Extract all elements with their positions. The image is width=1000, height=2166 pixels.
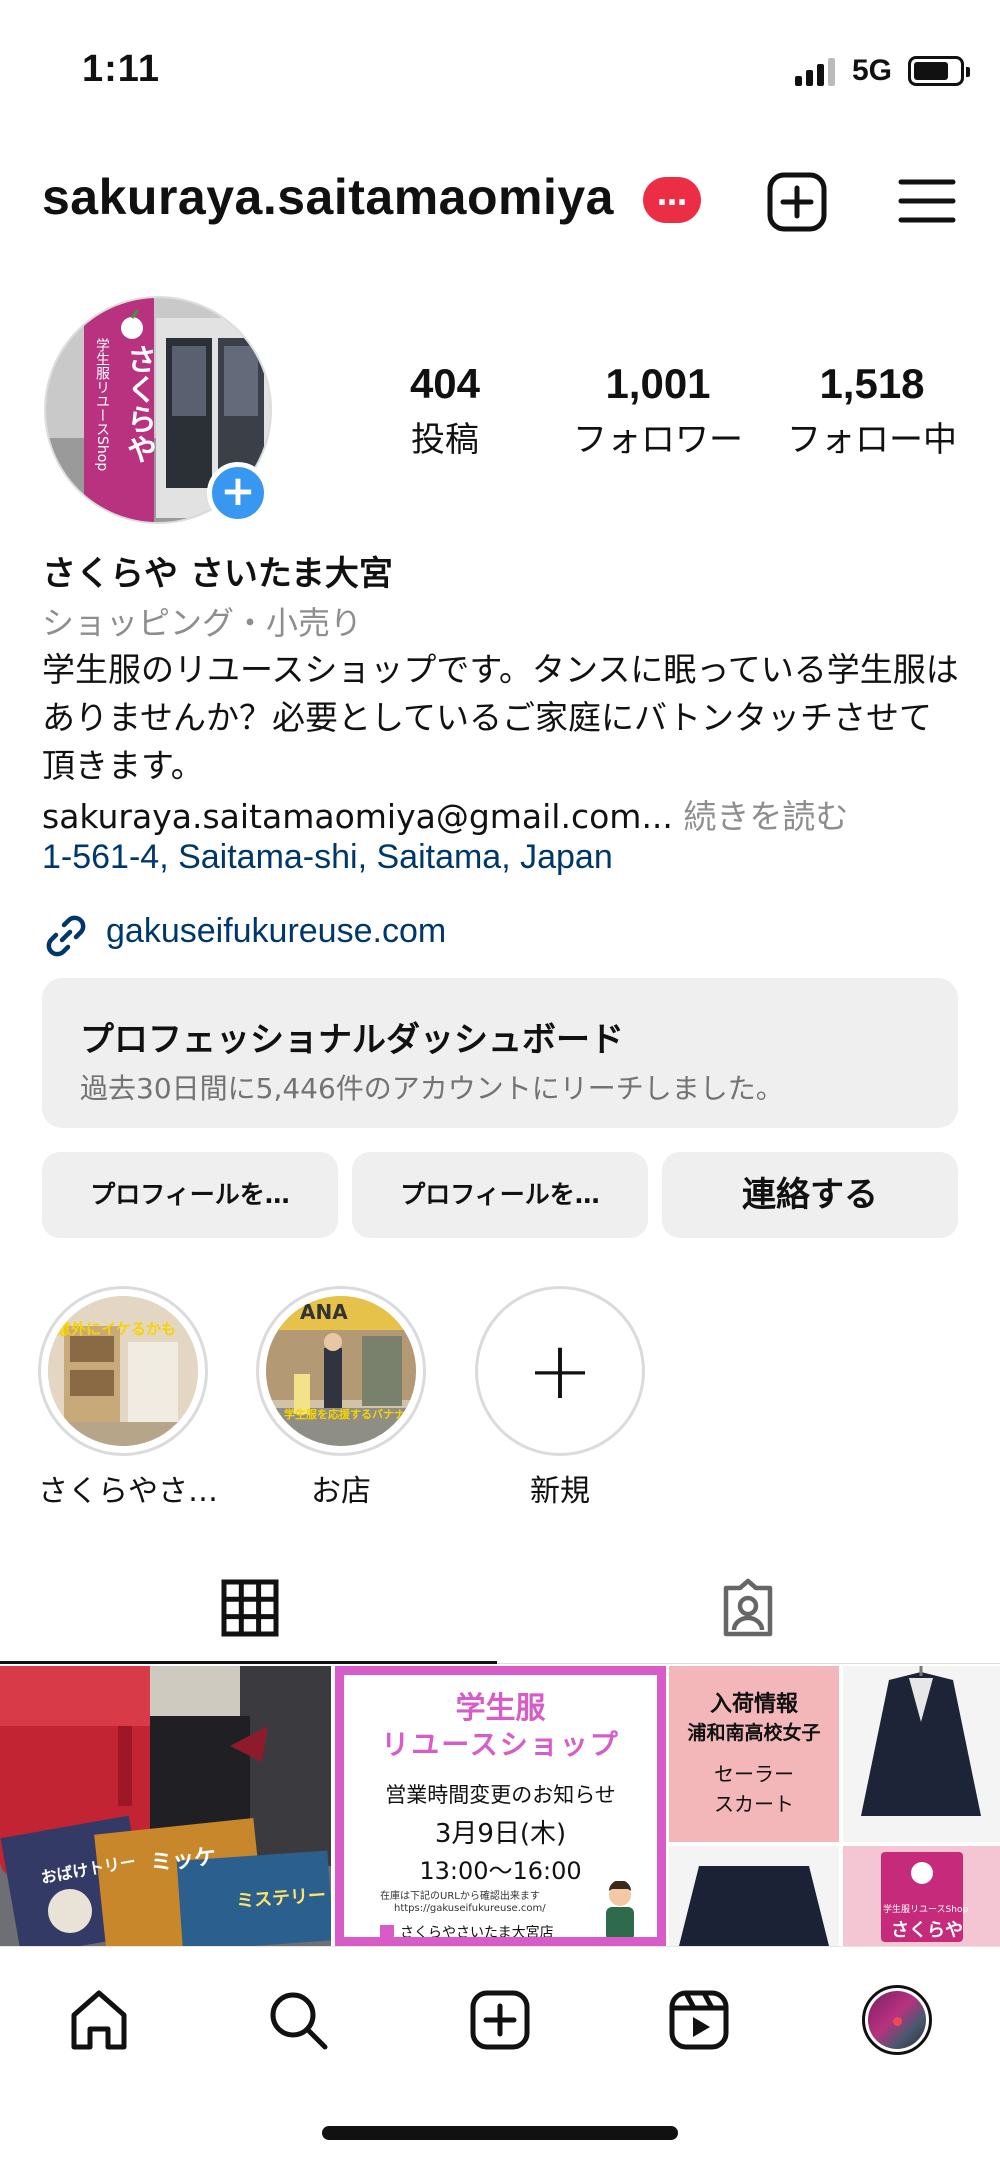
post-headline: セーラー [714,1762,794,1786]
create-icon[interactable] [467,1987,533,2053]
stat-label: フォロワー [573,420,743,460]
status-bar: 1:11 5G [0,0,1000,120]
posts-count[interactable]: 404 投稿 [345,360,545,461]
staff-illustration [606,1881,634,1937]
bio-text: 学生服のリユースショップです。タンスに眠っている学生服はありませんか？必要として… [42,650,959,785]
battery-icon [908,56,970,86]
post-title: 学生服 [455,1691,546,1726]
menu-icon[interactable] [895,170,959,234]
link-icon [46,915,86,957]
skirt-photo [669,1846,839,1946]
dashboard-title: プロフェッショナルダッシュボード [80,1020,624,1060]
post-thumbnail[interactable]: 入荷情報 浦和南高校女子 セーラー スカート 学生服リユースShop さくらや [669,1666,1000,1946]
post-notice: 営業時間変更のお知らせ [385,1783,616,1807]
highlight-label: お店 [311,1474,371,1509]
highlight-label: 新規 [530,1474,590,1509]
read-more-link[interactable]: 続きを読む [683,797,848,836]
post-logo: さくらや [891,1920,963,1941]
dashboard-subtitle: 過去30日間に5,446件のアカウントにリーチしました。 [80,1072,784,1105]
signal-icon [795,58,839,86]
avatar-sign-sub: 学生服リユースShop [94,338,110,472]
post-headline: 浦和南高校女子 [687,1722,821,1744]
stat-value: 404 [409,360,481,407]
plus-square-icon[interactable] [765,170,829,234]
post-small-url: https://gakuseifukureuse.com/ [394,1903,546,1914]
highlight-sign-text: ANA [300,1300,348,1324]
new-highlight-button[interactable]: + 新規 [475,1286,645,1510]
contact-button[interactable]: 連絡する [662,1152,958,1238]
highlight-item[interactable]: ANA 学生服を応援するバナナ お店 [256,1286,426,1510]
network-type: 5G [852,54,893,87]
post-title: リユースショップ [381,1728,620,1761]
display-name: さくらや さいたま大宮 [42,554,393,594]
post-book-title: ミッケ [149,1844,218,1877]
avatar-sign-text: さくらや [121,344,156,464]
highlight-cover: ANA 学生服を応援するバナナ [266,1296,416,1446]
grid-icon[interactable] [220,1578,280,1638]
plus-icon: + [526,1324,594,1417]
notification-badge[interactable]: … [643,177,701,223]
tagged-icon[interactable] [718,1578,778,1638]
highlight-cover: + [485,1296,635,1446]
share-profile-button[interactable]: プロフィールを… [352,1152,648,1238]
followers-count[interactable]: 1,001 フォロワー [558,360,758,461]
post-shop-name: さくらやさいたま大宮店 [400,1925,554,1941]
add-story-button[interactable]: + [207,462,269,524]
profile-username[interactable]: sakuraya.saitamaomiya [42,168,614,226]
highlight-item[interactable]: 意外にイケるかも さくらやさ… [38,1286,218,1510]
following-count[interactable]: 1,518 フォロー中 [772,360,972,461]
post-headline: スカート [714,1792,794,1816]
post-thumbnail[interactable]: 学生服 リユースショップ 営業時間変更のお知らせ 3月9日(木) 13:00〜1… [335,1666,666,1946]
stat-label: 投稿 [411,420,479,460]
highlight-cover: 意外にイケるかも [48,1296,198,1446]
edit-profile-button[interactable]: プロフィールを… [42,1152,338,1238]
website-text: gakuseifukureuse.com [106,912,447,950]
search-icon[interactable] [265,1987,331,2053]
post-thumbnail[interactable]: おばけトリー ミッケ ミステリー [0,1666,331,1946]
address-link[interactable]: 1-561-4, Saitama-shi, Saitama, Japan [42,838,613,877]
category-label: ショッピング・小売り [42,604,363,642]
stat-label: フォロー中 [787,420,957,460]
jacket-photo [843,1666,1000,1842]
stat-value: 1,001 [605,360,711,407]
active-tab-indicator [0,1661,497,1664]
post-headline: 入荷情報 [709,1692,798,1717]
highlight-overlay-text: 学生服を応援するバナナ [284,1408,405,1421]
home-icon[interactable] [66,1987,132,2053]
notification-dot [893,2017,902,2026]
post-date: 3月9日(木) [434,1819,567,1849]
reels-icon[interactable] [666,1987,732,2053]
post-small-text: 在庫は下記のURLから確認出来ます [380,1891,540,1902]
highlight-overlay-text: 意外にイケるかも [56,1320,177,1338]
status-time: 1:11 [82,48,160,90]
home-indicator[interactable] [322,2126,678,2140]
email-text: sakuraya.saitamaomiya@gmail.com... [42,797,673,836]
post-logo-sub: 学生服リユースShop [883,1905,969,1915]
stat-value: 1,518 [819,360,925,407]
email-row: sakuraya.saitamaomiya@gmail.com... 続きを読む [42,790,848,838]
highlight-label: さくらやさ… [38,1474,218,1509]
professional-dashboard[interactable]: プロフェッショナルダッシュボード 過去30日間に5,446件のアカウントにリーチ… [42,978,958,1128]
